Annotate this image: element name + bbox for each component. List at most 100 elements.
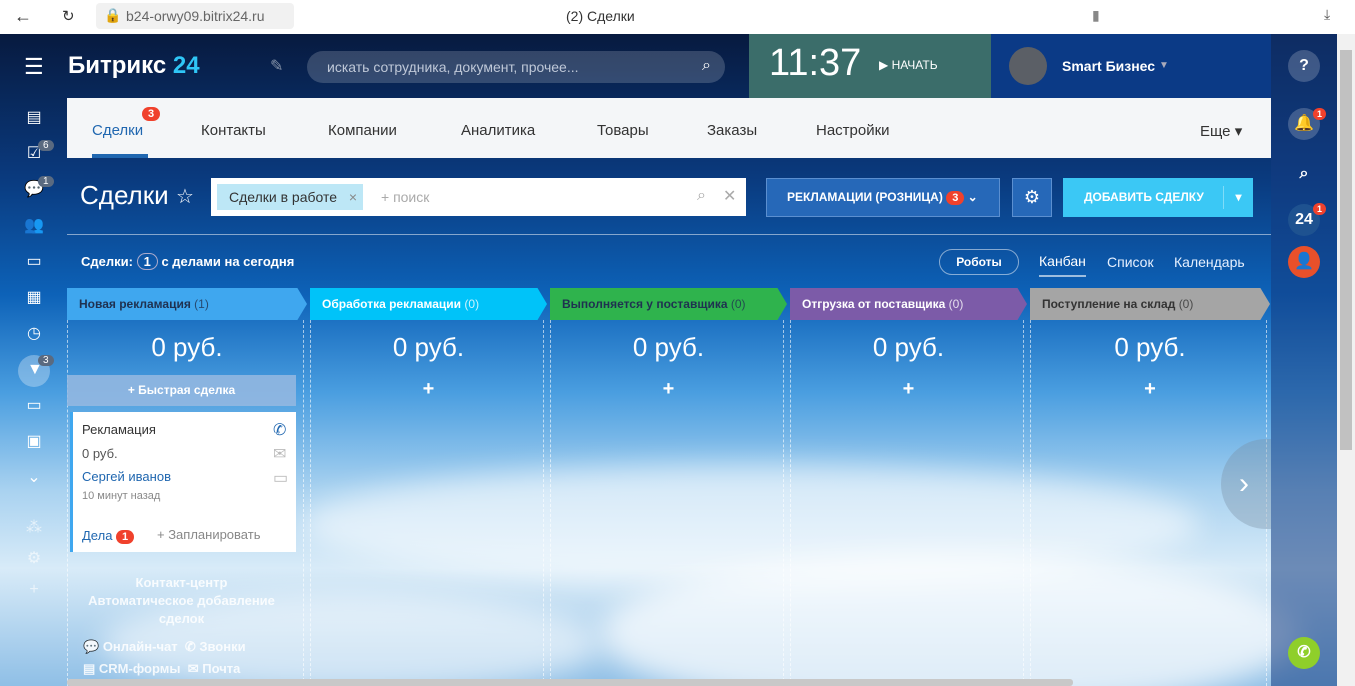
search-icon[interactable]: ⌕ bbox=[1288, 158, 1320, 190]
url-text: b24-orwy09.bitrix24.ru bbox=[126, 8, 265, 24]
b24-badge: 1 bbox=[1313, 203, 1327, 215]
bookmark-icon[interactable]: ▮ bbox=[1092, 7, 1100, 24]
clock: 11:37 bbox=[769, 42, 862, 84]
column-header[interactable]: Новая рекламация (1) bbox=[67, 288, 307, 320]
column-sum: 0 руб. bbox=[392, 332, 465, 362]
filter-chip[interactable]: Сделки в работе × bbox=[217, 184, 364, 210]
contacts-icon[interactable]: ▣ bbox=[24, 432, 44, 452]
cc-calls[interactable]: ✆ Звонки bbox=[185, 639, 246, 654]
column-header[interactable]: Выполняется у поставщика (0) bbox=[550, 288, 787, 320]
settings-button[interactable]: ⚙ bbox=[1012, 178, 1052, 217]
more-icon[interactable]: ⌄ bbox=[24, 468, 44, 488]
help-icon[interactable]: ? bbox=[1288, 50, 1320, 82]
start-button[interactable]: ▶ НАЧАТЬ bbox=[879, 58, 938, 72]
comment-icon[interactable]: ▭ bbox=[273, 468, 288, 488]
robots-button[interactable]: Роботы bbox=[939, 249, 1019, 275]
edit-icon[interactable]: ✎ bbox=[270, 56, 283, 76]
chat-badge: 1 bbox=[38, 176, 54, 187]
plan-activity-link[interactable]: + Запланировать bbox=[157, 527, 260, 542]
tab-companies[interactable]: Компании bbox=[328, 122, 397, 139]
cc-mail[interactable]: ✉ Почта bbox=[188, 661, 241, 676]
deal-sum: 0 руб. bbox=[82, 446, 118, 461]
kanban-column bbox=[310, 320, 544, 686]
add-deal-plus[interactable]: + bbox=[790, 378, 1027, 401]
reload-icon[interactable]: ↻ bbox=[62, 7, 75, 25]
tab-deals[interactable]: Сделки bbox=[92, 122, 143, 139]
cc-crm-forms[interactable]: ▤ CRM-формы bbox=[83, 661, 180, 676]
tab-more[interactable]: Еще ▾ bbox=[1200, 122, 1242, 140]
mail-icon[interactable]: ✉ bbox=[273, 444, 286, 464]
add-deal-plus[interactable]: + bbox=[550, 378, 787, 401]
add-icon[interactable]: + bbox=[24, 580, 44, 600]
column-sum: 0 руб. bbox=[872, 332, 945, 362]
notif-badge: 1 bbox=[1313, 108, 1327, 120]
deal-contact[interactable]: Сергей иванов bbox=[82, 469, 171, 484]
browser-toolbar: ← ↻ 🔒 b24-orwy09.bitrix24.ru (2) Сделки … bbox=[0, 0, 1355, 34]
clock-icon[interactable]: ◷ bbox=[24, 324, 44, 344]
drive-icon[interactable]: ▭ bbox=[24, 252, 44, 272]
tab-products[interactable]: Товары bbox=[597, 122, 649, 139]
gear-icon[interactable]: ⚙ bbox=[24, 549, 44, 569]
user-avatar-icon[interactable]: 👤 bbox=[1288, 246, 1320, 278]
cc-title: Контакт-центр bbox=[135, 575, 228, 590]
menu-icon[interactable]: ☰ bbox=[24, 54, 44, 80]
quick-deal-button[interactable]: + Быстрая сделка bbox=[67, 375, 296, 406]
pipeline-badge: 3 bbox=[946, 191, 965, 205]
tab-orders[interactable]: Заказы bbox=[707, 122, 757, 139]
counter-badge[interactable]: 1 bbox=[136, 253, 158, 270]
tab-contacts[interactable]: Контакты bbox=[201, 122, 266, 139]
calendar-icon[interactable]: ▦ bbox=[24, 288, 44, 308]
cc-online-chat[interactable]: 💬 Онлайн-чат bbox=[83, 639, 178, 654]
page-title-tab: (2) Сделки bbox=[566, 8, 635, 24]
back-icon[interactable]: ← bbox=[14, 6, 32, 27]
deal-time: 10 минут назад bbox=[82, 490, 161, 502]
page-title: Сделки bbox=[80, 180, 169, 210]
close-icon[interactable]: × bbox=[349, 184, 357, 210]
add-deal-plus[interactable]: + bbox=[310, 378, 547, 401]
column-sum: 0 руб. bbox=[1114, 332, 1186, 362]
user-menu[interactable]: Smart Бизнес ▼ bbox=[991, 34, 1271, 98]
view-calendar[interactable]: Календарь bbox=[1174, 254, 1245, 270]
tab-deals-badge: 3 bbox=[142, 107, 161, 121]
pipeline-select[interactable]: РЕКЛАМАЦИИ (РОЗНИЦА) 3 ⌄ bbox=[766, 178, 1000, 217]
add-deal-dropdown[interactable]: ▾ bbox=[1223, 186, 1253, 209]
deal-card[interactable]: Рекламация 0 руб. Сергей иванов 10 минут… bbox=[70, 412, 296, 552]
column-header[interactable]: Обработка рекламации (0) bbox=[310, 288, 547, 320]
feed-icon[interactable]: ▤ bbox=[24, 108, 44, 128]
view-list[interactable]: Список bbox=[1107, 254, 1154, 270]
avatar bbox=[1009, 47, 1047, 85]
search-input[interactable]: искать сотрудника, документ, прочее... ⌕ bbox=[307, 51, 725, 83]
add-deal-plus[interactable]: + bbox=[1030, 378, 1270, 401]
structure-icon[interactable]: ⁂ bbox=[24, 518, 44, 538]
phone-icon[interactable]: ✆ bbox=[1288, 637, 1320, 669]
logo[interactable]: Битрикс 24 bbox=[68, 52, 200, 80]
groups-icon[interactable]: 👥 bbox=[24, 216, 44, 236]
tab-settings[interactable]: Настройки bbox=[816, 122, 890, 139]
user-name: Smart Бизнес bbox=[1062, 58, 1156, 74]
download-icon[interactable]: ⤓ bbox=[1324, 6, 1330, 23]
sites-icon[interactable]: ▭ bbox=[24, 396, 44, 416]
filter-input[interactable]: Сделки в работе × + поиск ⌕ ✕ bbox=[211, 178, 746, 216]
vertical-scrollbar[interactable] bbox=[1337, 34, 1355, 686]
view-kanban[interactable]: Канбан bbox=[1039, 253, 1086, 277]
column-header[interactable]: Поступление на склад (0) bbox=[1030, 288, 1270, 320]
deals-counter: Сделки: 1 с делами на сегодня bbox=[81, 253, 295, 270]
filter-placeholder: + поиск bbox=[381, 189, 430, 205]
bitrix-app: ☰ Битрикс 24 ✎ искать сотрудника, докуме… bbox=[0, 34, 1337, 686]
workday-widget[interactable]: 11:37 ▶ НАЧАТЬ bbox=[749, 34, 991, 98]
contact-center: Контакт-центр Автоматическое добавление … bbox=[67, 574, 296, 678]
tab-analytics[interactable]: Аналитика bbox=[461, 122, 535, 139]
clear-icon[interactable]: ✕ bbox=[723, 186, 736, 206]
column-header[interactable]: Отгрузка от поставщика (0) bbox=[790, 288, 1027, 320]
deal-title[interactable]: Рекламация bbox=[82, 422, 156, 437]
column-sum: 0 руб. bbox=[151, 332, 223, 362]
address-bar[interactable]: 🔒 b24-orwy09.bitrix24.ru bbox=[96, 3, 294, 29]
search-icon[interactable]: ⌕ bbox=[702, 57, 711, 75]
cc-subtitle: Автоматическое добавление сделок bbox=[88, 593, 275, 626]
add-deal-button[interactable]: ДОБАВИТЬ СДЕЛКУ ▾ bbox=[1063, 178, 1253, 217]
star-icon[interactable]: ☆ bbox=[176, 184, 194, 209]
activities-link[interactable]: Дела 1 bbox=[82, 528, 135, 544]
horizontal-scrollbar[interactable] bbox=[67, 679, 1073, 686]
search-icon[interactable]: ⌕ bbox=[697, 187, 706, 205]
phone-icon[interactable]: ✆ bbox=[273, 420, 286, 440]
